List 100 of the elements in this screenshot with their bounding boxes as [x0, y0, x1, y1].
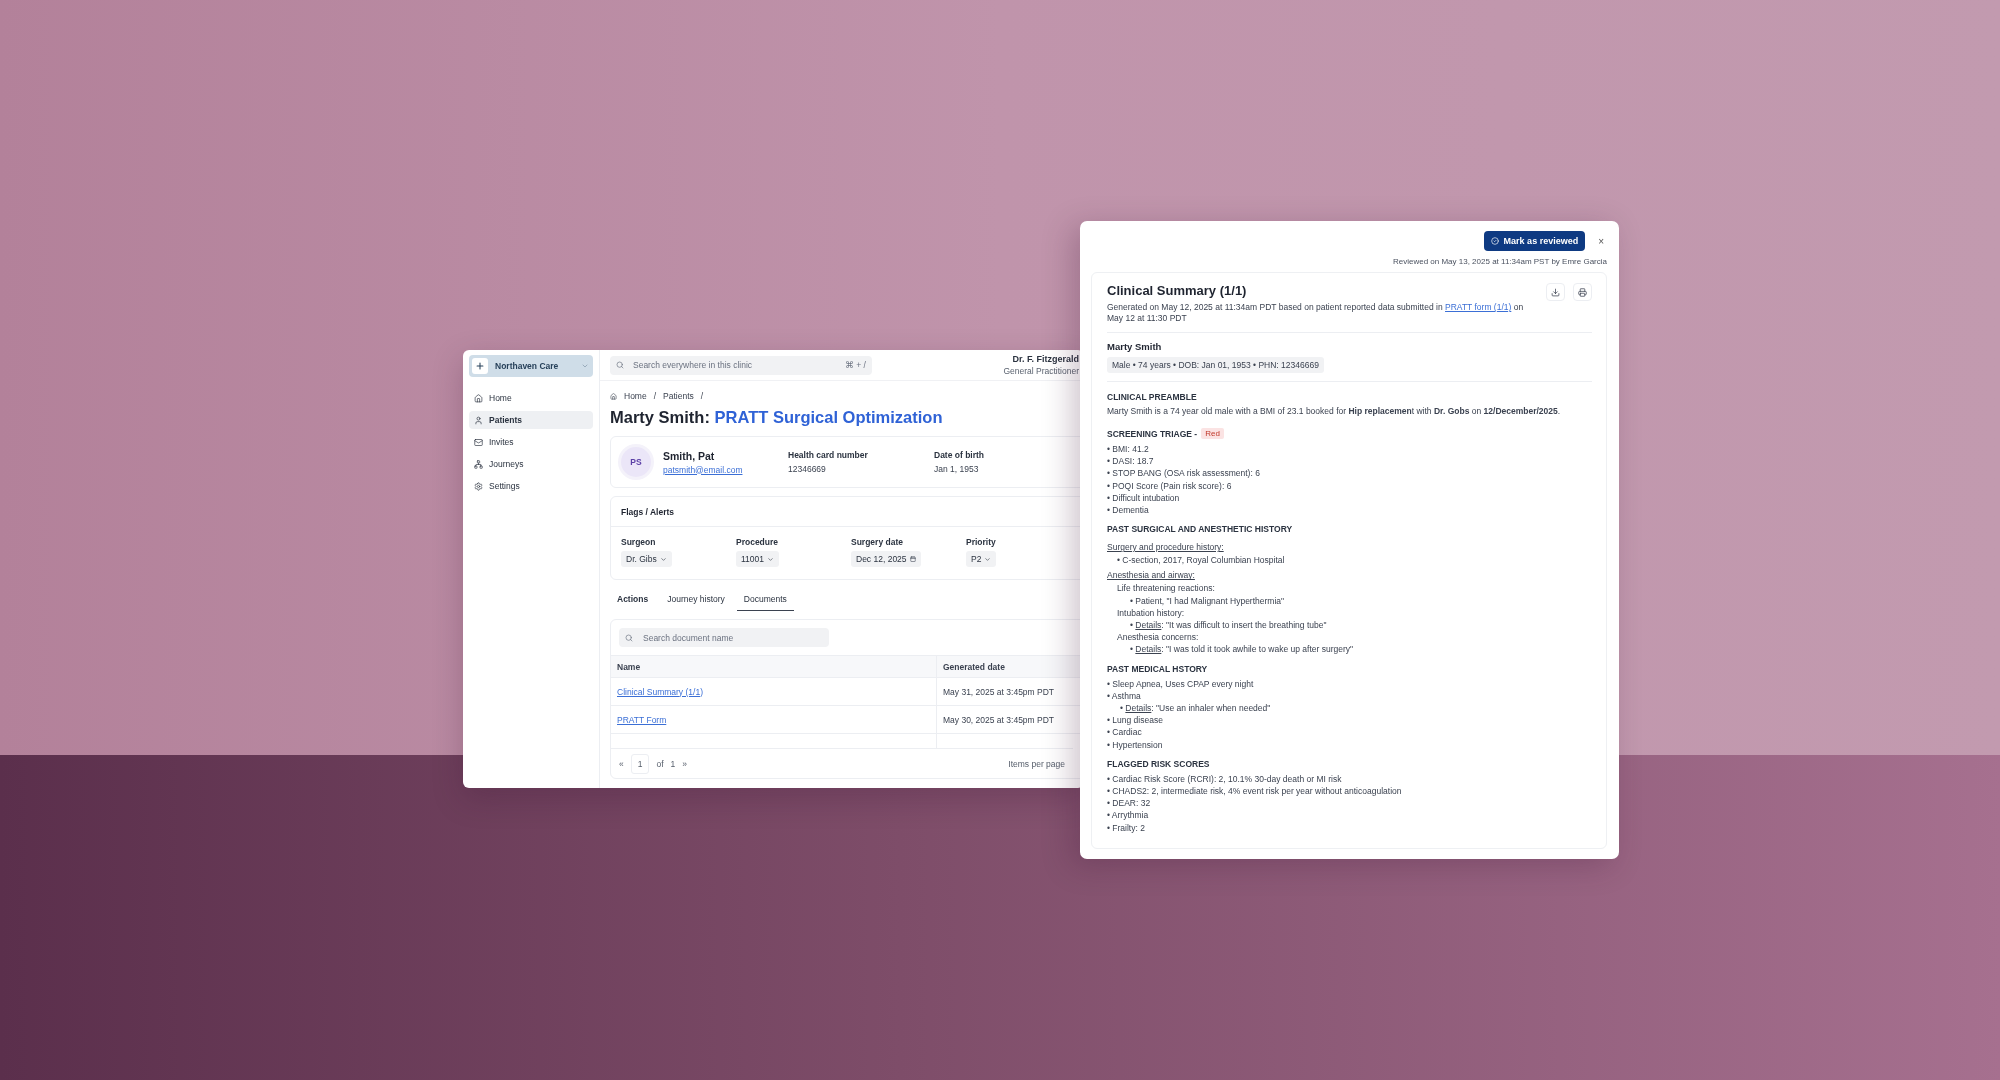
settings-icon [474, 481, 483, 491]
list-item: • Arrythmia [1107, 809, 1150, 822]
email-link[interactable]: patsmith@email.com [663, 464, 788, 475]
download-button[interactable] [1546, 283, 1565, 301]
network-icon [474, 459, 483, 469]
list-item: • Frailty: 2 [1107, 821, 1146, 834]
document-link[interactable]: Clinical Summary (1/1) [617, 686, 703, 697]
list-item: • DEAR: 32 [1107, 797, 1152, 810]
mark-reviewed-button[interactable]: Mark as reviewed [1483, 231, 1586, 251]
nav-item[interactable]: Patients [469, 411, 593, 429]
list-item: • Lung disease [1107, 714, 1164, 727]
chevron-down-icon [767, 555, 774, 563]
first-page-button[interactable]: « [619, 758, 624, 769]
plus-icon [475, 361, 485, 371]
search-icon [616, 361, 624, 369]
user-role: General Practitioner [1003, 366, 1079, 376]
mail-icon [474, 437, 483, 447]
close-button[interactable]: × [1595, 235, 1607, 247]
list-item: • Cardiac Risk Score (RCRI): 2, 10.1% 30-day death or MI risk [1107, 772, 1343, 786]
section-heading: SCREENING TRIAGE - [1107, 428, 1198, 439]
list-item: • STOP BANG (OSA risk assessment): 6 [1107, 467, 1261, 480]
field-label: Procedure [736, 537, 780, 547]
field-label: Health card number [788, 450, 869, 460]
tab[interactable]: Journey history [660, 590, 732, 611]
select-field[interactable]: Dr. Gibs [621, 551, 672, 567]
field-value: 12346669 [788, 464, 827, 474]
select-field[interactable]: P2 [966, 551, 997, 567]
calendar-icon [909, 556, 916, 562]
list-item: • Cardiac [1107, 726, 1143, 739]
nav-item[interactable]: Home [469, 389, 593, 407]
list-item: • BMI: 41.2 [1107, 443, 1150, 456]
shortcut-hint: ⌘ + / [844, 360, 866, 370]
print-icon [1578, 287, 1587, 297]
detail-text: • Details: "I was told it took awhile to wake up after surgery" [1130, 643, 1355, 656]
list-item: • Difficult intubation [1107, 491, 1181, 504]
list-item: • C-section, 2017, Royal Columbian Hospital [1117, 554, 1286, 567]
form-link[interactable]: PRATT form (1/1) [1445, 302, 1512, 312]
patient-facts: Male • 74 years • DOB: Jan 01, 1953 • PHN: 12346669 [1107, 357, 1324, 373]
history-label: Anesthesia concerns: [1117, 631, 1200, 644]
list-item: • CHADS2: 2, intermediate risk, 4% event risk per year without anticoagulation [1107, 785, 1403, 798]
search-icon [625, 633, 633, 642]
nav-item[interactable]: Journeys [469, 455, 593, 473]
history-label: Intubation history: [1117, 606, 1186, 620]
home-icon [474, 393, 483, 403]
home-icon [610, 392, 617, 400]
tab[interactable]: Documents [736, 590, 794, 611]
date-field[interactable]: Dec 12, 2025 [851, 551, 921, 567]
list-item: • Patient, "I had Malignant Hyperthermia" [1130, 594, 1286, 607]
nav-item[interactable]: Invites [469, 433, 593, 451]
user-icon [474, 415, 483, 425]
patient-name: Marty Smith [1107, 341, 1163, 352]
review-note: Reviewed on May 13, 2025 at 11:34am PST by Emre Garcia [1392, 257, 1607, 266]
breadcrumb-separator: / [653, 391, 657, 401]
total-pages: 1 [670, 758, 676, 769]
history-label: Life threatening reactions: [1117, 582, 1216, 595]
patient-name: Smith, Pat [663, 449, 716, 462]
field-label: Date of birth [934, 450, 986, 460]
section-heading: CLINICAL PREAMBLE [1107, 392, 1197, 402]
detail-text: • Details: "It was difficult to insert the breathing tube" [1130, 619, 1328, 632]
section-heading: FLAGGED RISK SCORES [1107, 758, 1210, 769]
field-label: Priority [966, 537, 997, 547]
list-item: • POQI Score (Pain risk score): 6 [1107, 479, 1233, 492]
preamble-text: Marty Smith is a 74 year old male with a BMI of 23.1 booked for Hip replacement with Dr. Gobs on 12/December/2025. [1107, 406, 1562, 416]
search-field[interactable]: Search everywhere in this clinic ⌘ + / [610, 355, 872, 375]
subsection-heading: Anesthesia and airway: [1107, 569, 1196, 583]
user-name: Dr. F. Fitzgerald [1012, 354, 1079, 364]
list-item: • Asthma [1107, 689, 1142, 703]
list-item: • Dementia [1107, 504, 1150, 517]
page-of-label: of [656, 758, 664, 769]
next-page-button[interactable]: » [682, 758, 688, 769]
nav-item[interactable]: Settings [469, 477, 593, 495]
chevron-down-icon [984, 555, 992, 563]
field-label: Surgeon [621, 537, 657, 547]
triage-badge: Red [1201, 428, 1224, 439]
tab[interactable]: Actions [610, 590, 656, 611]
summary-title: Clinical Summary (1/1) [1107, 283, 1248, 298]
breadcrumb-link[interactable]: Home [624, 391, 647, 401]
generated-note: Generated on May 12, 2025 at 11:34am PDT based on patient reported data submitted in PRATT form (1/1) on May 12 at 11:30 PDT [1107, 302, 1525, 324]
list-item: • Hypertension [1107, 738, 1164, 751]
subsection-heading: Surgery and procedure history: [1107, 541, 1225, 555]
field-label: Surgery date [851, 537, 904, 547]
page-title: Marty Smith: PRATT Surgical Optimization [610, 408, 944, 427]
detail-text: • Details: "Use an inhaler when needed" [1120, 702, 1272, 715]
breadcrumb-link[interactable]: Patients [663, 391, 694, 401]
items-per-page-label: Items per page [1008, 758, 1065, 769]
select-field[interactable]: 11001 [736, 551, 779, 567]
list-item: • Sleep Apnea, Uses CPAP every night [1107, 677, 1255, 690]
clinic-switcher[interactable]: Northaven Care [469, 355, 593, 377]
field-value: Jan 1, 1953 [934, 464, 980, 474]
check-circle-icon [1490, 237, 1499, 245]
chevron-down-icon [581, 362, 589, 370]
page-field[interactable]: 1 [630, 753, 650, 774]
avatar: PS [621, 447, 651, 477]
section-heading: PAST MEDICAL HSTORY [1107, 663, 1208, 674]
breadcrumb-separator: / [700, 391, 704, 401]
document-link[interactable]: PRATT Form [617, 714, 667, 725]
print-button[interactable] [1573, 283, 1592, 301]
search-field[interactable]: Search document name [619, 628, 829, 647]
download-icon [1551, 287, 1560, 297]
section-heading: PAST SURGICAL AND ANESTHETIC HISTORY [1107, 524, 1293, 535]
